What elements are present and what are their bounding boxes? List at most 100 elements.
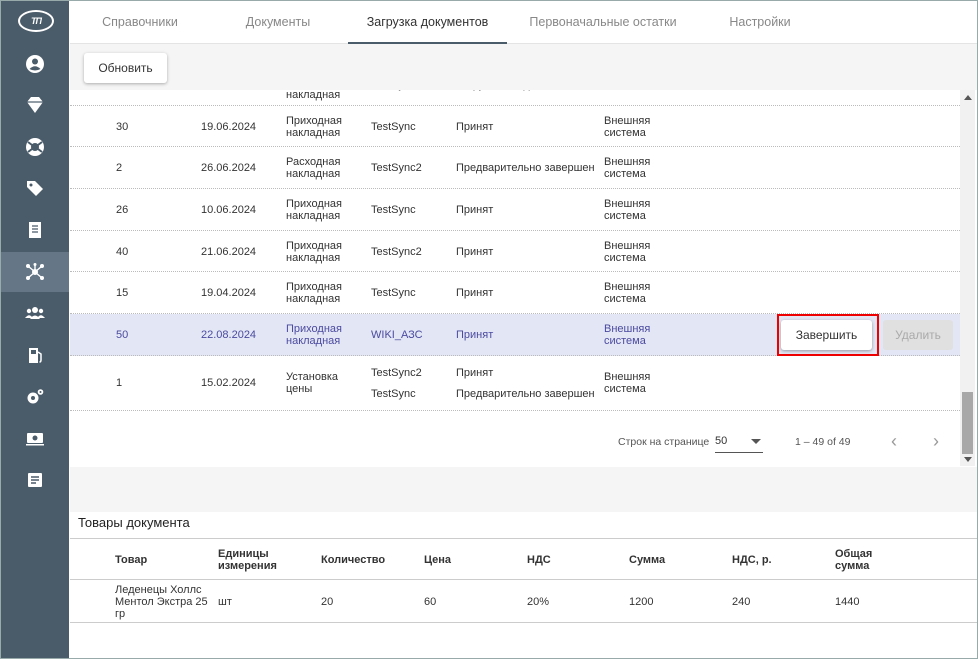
- cell-date: 22.08.2024: [201, 328, 257, 341]
- cell-source-line: TestSync2: [371, 366, 422, 379]
- caret-down-icon: [751, 439, 761, 444]
- cell-date: 21.06.2024: [201, 245, 257, 258]
- cell-origin: Внешняя система: [604, 197, 651, 222]
- column-header[interactable]: Единицы измерения: [218, 539, 298, 581]
- cell-source: WIKI_АЗС: [371, 328, 423, 341]
- sidebar-item-journal[interactable]: [1, 460, 69, 500]
- products-table-header: Товар Единицы измерения Количество Цена …: [70, 538, 977, 580]
- cell-price: 60: [424, 595, 437, 608]
- table-row[interactable]: 40 21.06.2024 Приходная накладная TestSy…: [70, 231, 960, 273]
- chevron-right-icon[interactable]: ›: [926, 430, 946, 454]
- toolbar: Обновить: [70, 44, 977, 90]
- tab-settings[interactable]: Настройки: [720, 1, 800, 44]
- cell-status: Принят: [456, 120, 494, 133]
- cell-status: Предварительно завершен: [456, 162, 595, 175]
- products-table-row[interactable]: Леденецы Холлс Ментол Экстра 25 гр шт 20…: [70, 580, 977, 623]
- cell-source: TestSync2: [371, 162, 422, 175]
- cell-product: Леденецы Холлс Ментол Экстра 25 гр: [115, 583, 208, 620]
- tag-icon: [27, 181, 43, 196]
- cell-origin: Внешняя система: [604, 114, 651, 139]
- rows-per-page-value: 50: [715, 435, 728, 447]
- column-header[interactable]: НДС: [527, 539, 551, 581]
- cell-date: 15.02.2024: [201, 377, 257, 390]
- scroll-thumb[interactable]: [962, 392, 973, 454]
- column-header[interactable]: Цена: [424, 539, 451, 581]
- rows-per-page-select[interactable]: 50: [715, 431, 763, 453]
- column-header[interactable]: Количество: [321, 539, 385, 581]
- fuel-icon: [29, 348, 42, 363]
- table-row[interactable]: 44 20.06.2024 накладная TestSync2 Загруж…: [70, 90, 960, 106]
- scroll-up-icon[interactable]: [964, 95, 972, 100]
- sidebar-item-premium[interactable]: [1, 85, 69, 125]
- network-icon: [26, 263, 44, 280]
- sidebar-item-fuel[interactable]: [1, 335, 69, 375]
- cell-status-line: Принят: [456, 366, 494, 379]
- table-row[interactable]: 1 15.02.2024 Установка цены TestSync2 Te…: [70, 356, 960, 411]
- cash-icon: [26, 433, 44, 446]
- sidebar-item-prices[interactable]: [1, 168, 69, 208]
- cell-type: накладная: [286, 90, 341, 101]
- sidebar-item-support[interactable]: [1, 127, 69, 167]
- sidebar-item-integration[interactable]: [1, 252, 69, 292]
- chevron-left-icon[interactable]: ‹: [884, 430, 904, 454]
- cell-source: TestSync2: [371, 90, 422, 106]
- cell-number: 44: [116, 90, 128, 106]
- sidebar-item-receipts[interactable]: [1, 210, 69, 250]
- tab-bar: Справочники Документы Загрузка документо…: [70, 1, 977, 44]
- table-row[interactable]: 30 19.06.2024 Приходная накладная TestSy…: [70, 106, 960, 148]
- products-title: Товары документа: [78, 515, 190, 530]
- cell-date: 26.06.2024: [201, 162, 257, 175]
- column-header[interactable]: Общая сумма: [835, 539, 895, 581]
- tab-documents[interactable]: Документы: [238, 1, 318, 44]
- table-row[interactable]: 15 19.04.2024 Приходная накладная TestSy…: [70, 272, 960, 315]
- cell-status: Загружен созданным: [456, 90, 606, 106]
- scroll-down-icon[interactable]: [964, 457, 972, 462]
- sidebar: ТП: [1, 1, 69, 658]
- cell-date: 10.06.2024: [201, 203, 257, 216]
- table-row[interactable]: 26 10.06.2024 Приходная накладная TestSy…: [70, 189, 960, 231]
- documents-grid: 44 20.06.2024 накладная TestSync2 Загруж…: [70, 90, 960, 467]
- cell-number: 15: [116, 287, 129, 300]
- cell-number: 1: [116, 377, 123, 390]
- column-header[interactable]: Товар: [115, 539, 210, 581]
- cell-origin: Внешняя система: [604, 371, 651, 396]
- cell-quantity: 20: [321, 595, 334, 608]
- journal-icon: [28, 473, 42, 487]
- cell-source: TestSync: [371, 287, 416, 300]
- table-row[interactable]: 2 26.06.2024 Расходная накладная TestSyn…: [70, 147, 960, 190]
- cell-number: 50: [116, 328, 129, 341]
- table-row-selected[interactable]: 50 22.08.2024 Приходная накладная WIKI_А…: [70, 314, 960, 357]
- sidebar-item-profile[interactable]: [1, 44, 69, 84]
- tab-document-upload[interactable]: Загрузка документов: [348, 1, 507, 44]
- cell-origin: Внешняя система: [604, 239, 651, 264]
- section-gap: [70, 467, 977, 512]
- sidebar-item-settings[interactable]: [1, 377, 69, 417]
- refresh-button[interactable]: Обновить: [84, 53, 167, 83]
- cell-type: Приходная накладная: [286, 281, 342, 306]
- cell-source: TestSync: [371, 203, 416, 216]
- tab-directories[interactable]: Справочники: [100, 1, 180, 44]
- sidebar-item-staff[interactable]: [1, 293, 69, 333]
- user-icon: [26, 55, 44, 73]
- cell-status: Принят Предварительно завершен: [456, 356, 606, 411]
- sidebar-item-cash[interactable]: [1, 418, 69, 458]
- grid-scrollbar[interactable]: [960, 90, 975, 466]
- column-header[interactable]: НДС, р.: [732, 539, 782, 581]
- paginator: Строк на странице 50 1 – 49 of 49 ‹ ›: [70, 418, 960, 467]
- finish-button[interactable]: Завершить: [781, 320, 872, 351]
- cell-status: Принят: [456, 203, 494, 216]
- tab-initial-balances[interactable]: Первоначальные остатки: [518, 1, 688, 44]
- cell-status: Принят: [456, 328, 494, 341]
- cell-type: Расходная накладная: [286, 156, 341, 181]
- cell-origin: Внешняя система: [604, 156, 651, 181]
- diamond-icon: [27, 97, 43, 113]
- cell-status: Принят: [456, 287, 494, 300]
- column-header[interactable]: Сумма: [629, 539, 665, 581]
- cell-origin: Внешняя система: [604, 322, 651, 347]
- cell-date: 19.04.2024: [201, 287, 257, 300]
- users-icon: [25, 307, 45, 319]
- cell-status-line: Предварительно завершен: [456, 388, 595, 401]
- delete-button[interactable]: Удалить: [883, 320, 953, 351]
- receipt-icon: [29, 222, 41, 238]
- logo[interactable]: ТП: [18, 10, 54, 32]
